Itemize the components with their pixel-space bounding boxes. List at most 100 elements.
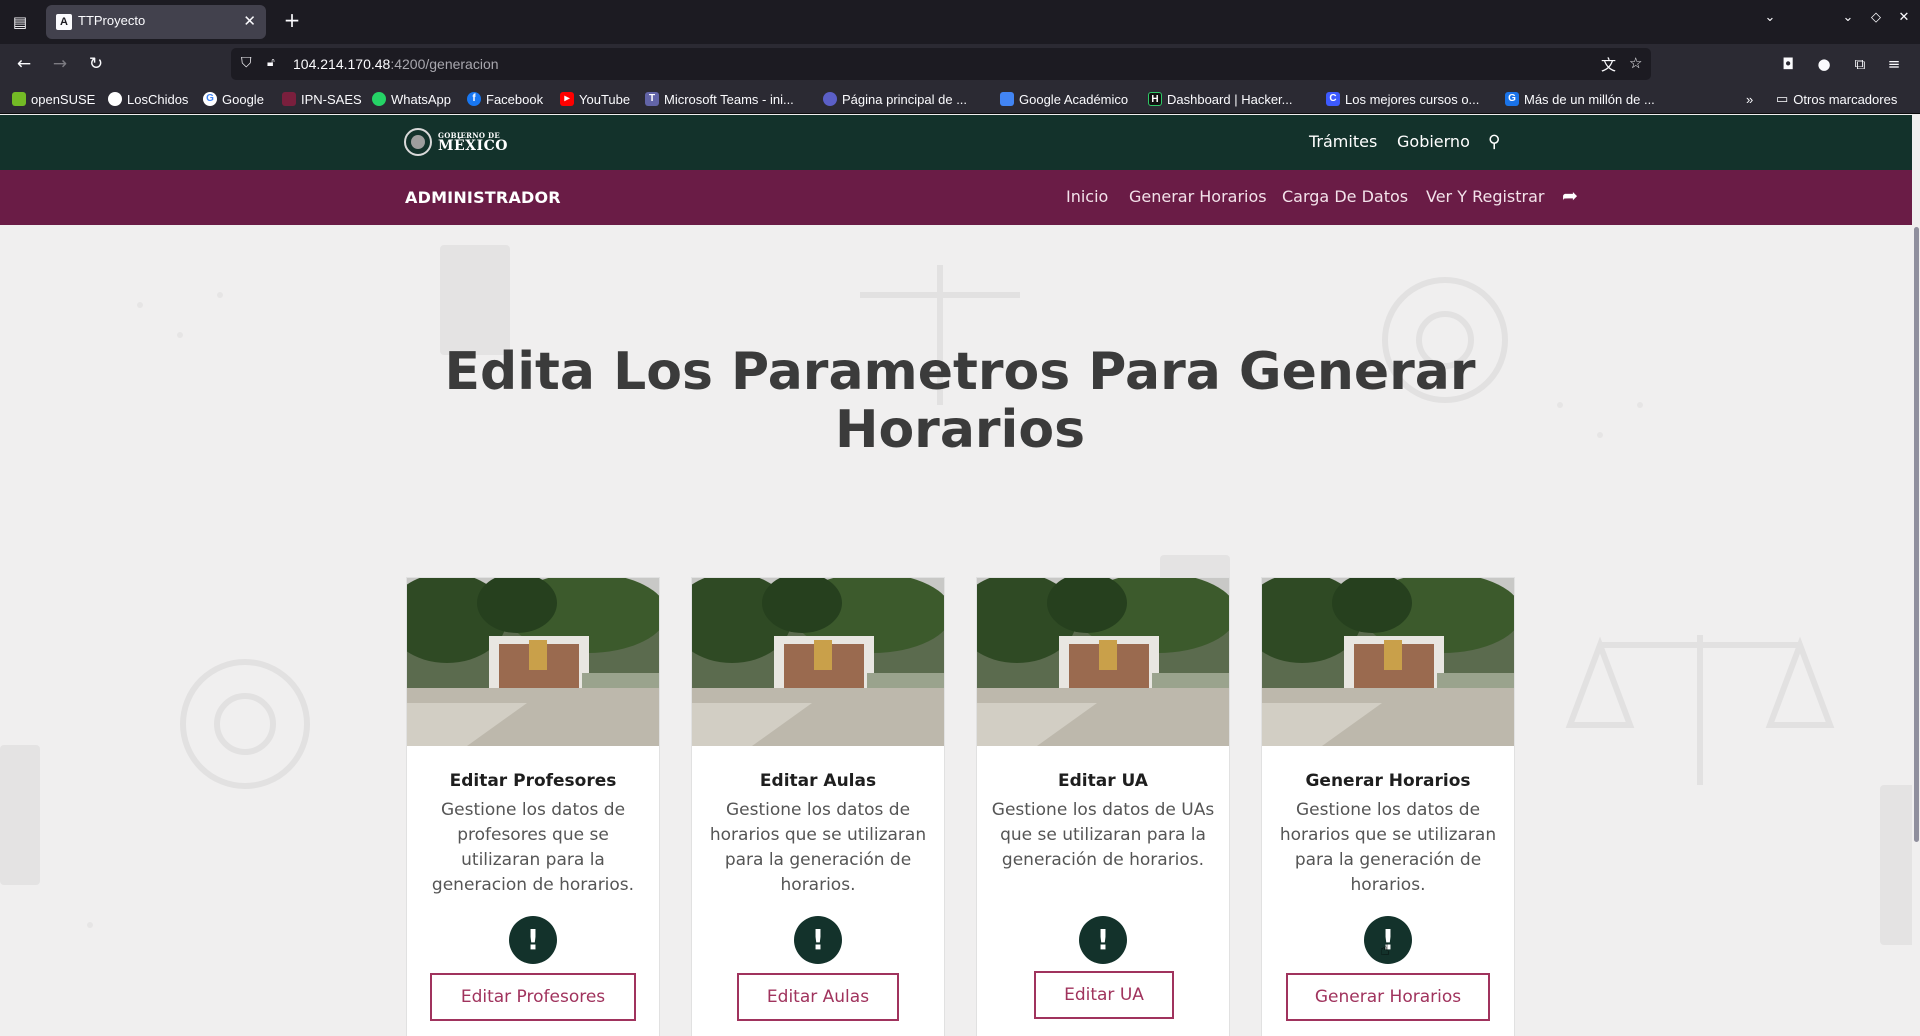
whatsapp-icon [372, 92, 386, 106]
card-editar-ua: Editar UA Gestione los datos de UAs que … [976, 577, 1230, 1036]
campus-photo [977, 578, 1229, 746]
bookmarks-bar: openSUSE LosChidos G Google IPN-SAES What… [0, 84, 1920, 114]
browser-tabstrip: ▤ A TTProyecto ✕ + ⌄ ⌄ ◇ ✕ [0, 0, 1920, 44]
logout-icon[interactable]: ➦ [1562, 185, 1578, 207]
google-icon: G [203, 92, 217, 106]
exclamation-icon: ! [794, 916, 842, 964]
menu-hamburger-icon[interactable]: ≡ [1882, 52, 1906, 76]
logo-big-text: MÉXICO [438, 137, 508, 154]
bookmark-item[interactable]: openSUSE [12, 90, 95, 108]
card-editar-profesores: Editar Profesores Gestione los datos de … [406, 577, 660, 1036]
bookmark-item[interactable]: C Los mejores cursos o... [1326, 90, 1479, 108]
browser-tab-active[interactable]: A TTProyecto ✕ [46, 5, 266, 39]
campus-photo [692, 578, 944, 746]
window-minimize-icon[interactable]: ⌄ [1836, 10, 1860, 25]
bookmark-item[interactable]: ▸ YouTube [560, 90, 630, 108]
card-description: Gestione los datos de horarios que se ut… [1279, 800, 1497, 895]
address-bar[interactable]: ⛉ 🔓︎ 104.214.170.48:4200/generacion 文 ☆ [231, 48, 1651, 80]
card-title: Editar UA [1058, 771, 1148, 791]
bookmark-item[interactable]: H Dashboard | Hacker... [1148, 90, 1293, 108]
nav-link-ver-y-registrar[interactable]: Ver Y Registrar [1426, 187, 1544, 206]
nav-link-carga-de-datos[interactable]: Carga De Datos [1282, 187, 1408, 206]
bookmark-item[interactable]: f Facebook [467, 90, 543, 108]
admin-brand[interactable]: ADMINISTRADOR [405, 188, 561, 207]
hand-cursor-icon: ☝ [1380, 940, 1390, 959]
tab-overflow-chevron-icon[interactable]: ⌄ [1758, 10, 1782, 25]
browser-navbar: ← → ↻ ⛉ 🔓︎ 104.214.170.48:4200/generacio… [0, 44, 1920, 84]
bookmark-label: Facebook [486, 91, 544, 107]
nav-link-gobierno[interactable]: Gobierno [1397, 132, 1470, 151]
bookmark-item[interactable]: G Google [203, 90, 264, 108]
editar-ua-button[interactable]: Editar UA [1034, 971, 1174, 1019]
exclamation-icon: ! [1079, 916, 1127, 964]
window-restore-icon[interactable]: ◇ [1864, 10, 1888, 25]
bookmark-item[interactable]: Google Académico [1000, 90, 1128, 108]
back-arrow-icon[interactable]: ← [12, 52, 36, 76]
hackerrank-icon: H [1148, 92, 1162, 106]
nav-link-generar-horarios[interactable]: Generar Horarios [1129, 187, 1267, 206]
bookmark-item[interactable]: Página principal de ... [823, 90, 967, 108]
folder-icon: ▭ [1776, 91, 1789, 106]
insecure-lock-icon[interactable]: 🔓︎ [267, 55, 275, 70]
tab-title: TTProyecto [78, 13, 146, 28]
reload-icon[interactable]: ↻ [84, 52, 108, 76]
bookmark-label: Dashboard | Hacker... [1167, 91, 1293, 107]
editar-aulas-button[interactable]: Editar Aulas [737, 973, 899, 1021]
bookmark-item[interactable]: LosChidos [108, 90, 188, 108]
tab-list-icon[interactable]: ▤ [8, 10, 32, 34]
card-generar-horarios: Generar Horarios Gestione los datos de h… [1261, 577, 1515, 1036]
tracking-shield-icon[interactable]: ⛉ [241, 55, 252, 71]
new-tab-icon[interactable]: + [280, 8, 304, 32]
translate-icon[interactable]: 文 [1601, 54, 1616, 75]
bookmark-label: Google Académico [1019, 91, 1129, 107]
card-description: Gestione los datos de UAs que se utiliza… [991, 800, 1215, 870]
other-bookmarks-label: Otros marcadores [1793, 91, 1898, 107]
account-icon[interactable]: ● [1812, 52, 1836, 76]
exclamation-icon: ! [509, 916, 557, 964]
bookmark-star-icon[interactable]: ☆ [1629, 54, 1642, 72]
bookmark-item[interactable]: WhatsApp [372, 90, 451, 108]
nav-link-inicio[interactable]: Inicio [1066, 187, 1108, 206]
tab-favicon: A [56, 14, 72, 30]
scrollbar-thumb[interactable] [1914, 227, 1919, 842]
tab-close-icon[interactable]: ✕ [243, 12, 256, 30]
bookmark-label: Microsoft Teams - ini... [664, 91, 794, 107]
other-bookmarks[interactable]: ▭ Otros marcadores [1776, 90, 1897, 108]
bookmark-label: LosChidos [127, 91, 189, 107]
campus-photo [1262, 578, 1514, 746]
card-title: Generar Horarios [1305, 771, 1471, 791]
extensions-icon[interactable]: ⧉ [1848, 52, 1872, 76]
bookmarks-overflow-icon[interactable]: » [1746, 90, 1753, 108]
bookmark-label: YouTube [579, 91, 631, 107]
pocket-icon[interactable]: ◘ [1776, 52, 1800, 76]
coursera-icon: C [1326, 92, 1340, 106]
opensuse-icon [12, 92, 26, 106]
page-viewport: GOBIERNO DE MÉXICO Trámites Gobierno ⚲ A… [0, 115, 1920, 1036]
card-description: Gestione los datos de profesores que se … [431, 800, 635, 895]
bookmark-label: IPN-SAES [301, 91, 362, 107]
card-editar-aulas: Editar Aulas Gestione los datos de horar… [691, 577, 945, 1036]
copilot-icon [823, 92, 837, 106]
bookmark-item[interactable]: G Más de un millón de ... [1505, 90, 1655, 108]
bookmark-item[interactable]: IPN-SAES [282, 90, 362, 108]
nav-link-tramites[interactable]: Trámites [1309, 132, 1377, 151]
url-text[interactable]: 104.214.170.48:4200/generacion [293, 56, 499, 72]
github-icon [108, 92, 122, 106]
generar-horarios-button[interactable]: Generar Horarios [1286, 973, 1490, 1021]
books-icon: G [1505, 92, 1519, 106]
url-host: 104.214.170.48 [293, 56, 391, 72]
bookmark-item[interactable]: T Microsoft Teams - ini... [645, 90, 794, 108]
bookmark-label: WhatsApp [391, 91, 451, 107]
search-icon[interactable]: ⚲ [1488, 132, 1500, 152]
bookmark-label: openSUSE [31, 91, 96, 107]
gob-mx-header: GOBIERNO DE MÉXICO Trámites Gobierno ⚲ [0, 115, 1920, 170]
bookmark-label: Más de un millón de ... [1524, 91, 1655, 107]
gob-mx-logo[interactable]: GOBIERNO DE MÉXICO [404, 128, 508, 156]
forward-arrow-icon[interactable]: → [48, 52, 72, 76]
window-close-icon[interactable]: ✕ [1892, 10, 1916, 25]
youtube-icon: ▸ [560, 92, 574, 106]
editar-profesores-button[interactable]: Editar Profesores [430, 973, 636, 1021]
card-description: Gestione los datos de horarios que se ut… [709, 800, 927, 895]
campus-photo [407, 578, 659, 746]
page-scrollbar[interactable] [1912, 115, 1920, 1036]
